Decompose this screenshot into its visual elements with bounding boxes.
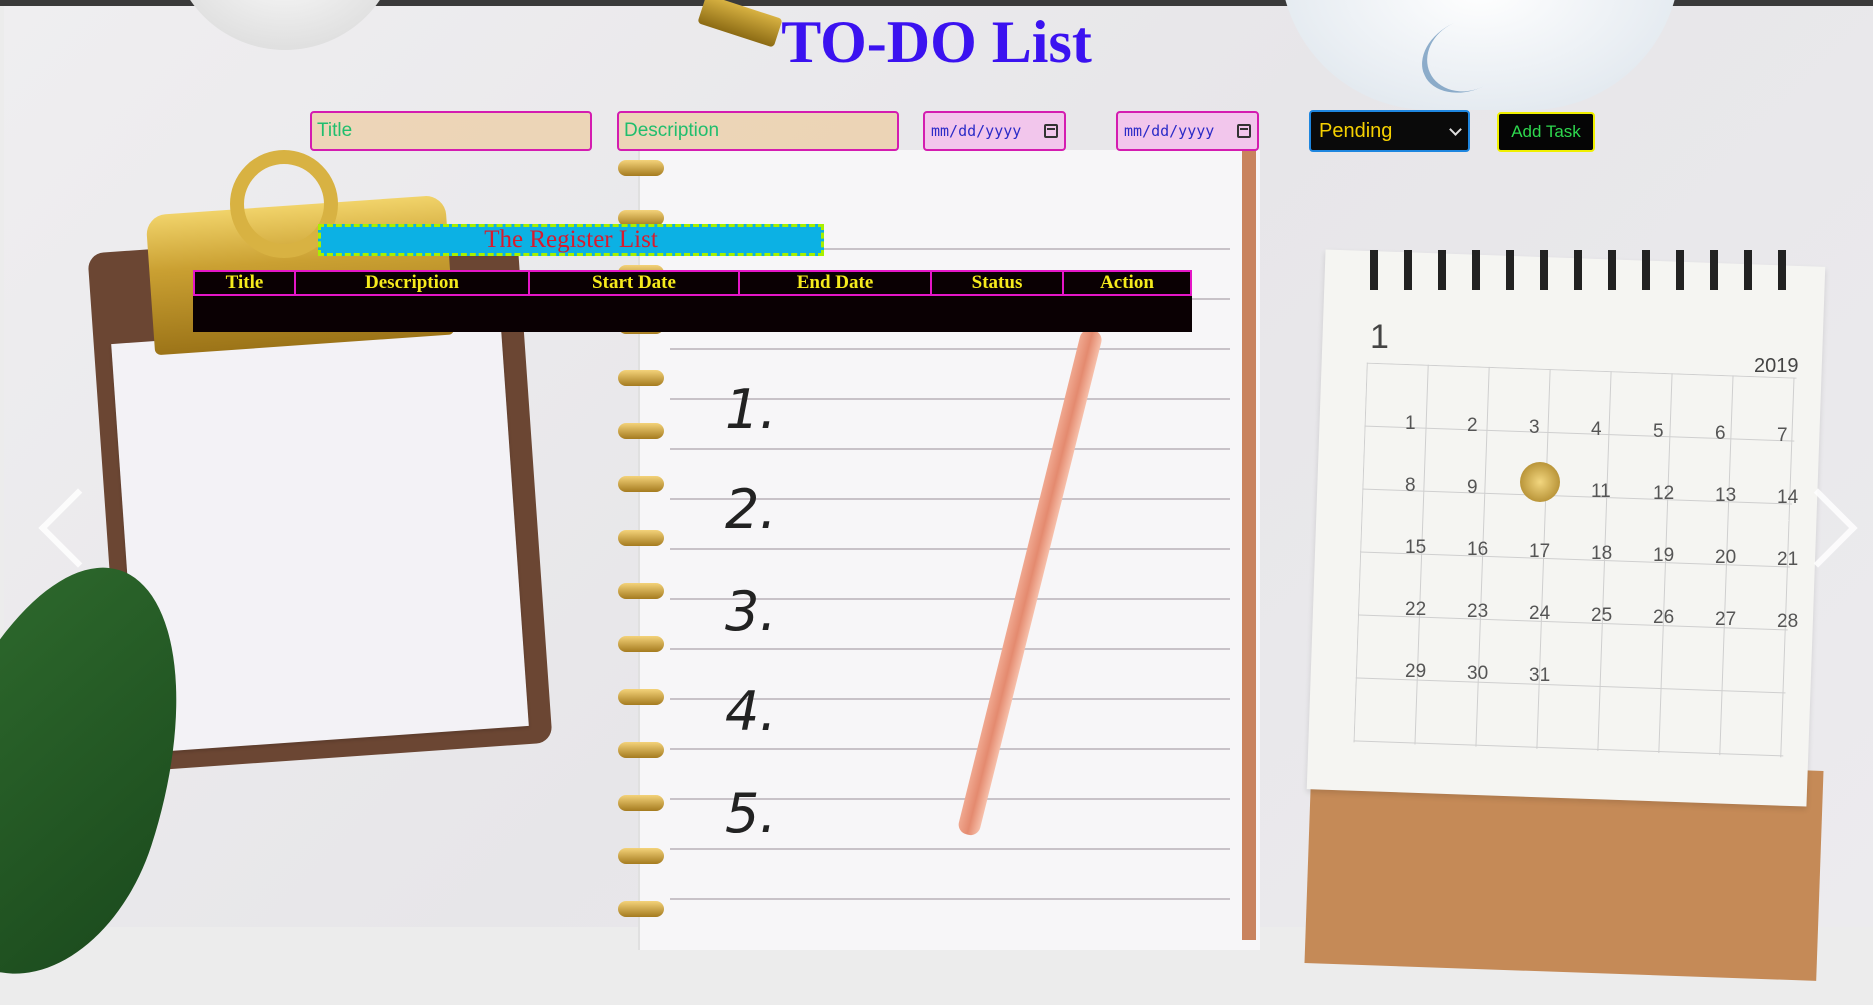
calendar-day-number: 16 — [1467, 539, 1489, 560]
calendar-day-number: 4 — [1591, 419, 1602, 440]
calendar-icon[interactable] — [1044, 124, 1058, 138]
add-task-button[interactable]: Add Task — [1497, 112, 1595, 152]
calendar-day-number: 29 — [1405, 661, 1427, 682]
notebook-ring-decoration — [618, 530, 664, 546]
calendar-day-number: 30 — [1467, 663, 1489, 684]
pushpin-decoration — [1520, 462, 1560, 502]
notebook-cover-edge-decoration — [1242, 150, 1256, 940]
calendar-day-number: 1 — [1405, 413, 1416, 434]
calendar-day-number: 11 — [1591, 481, 1611, 502]
notebook-number: 3. — [725, 580, 777, 643]
column-header-end-date: End Date — [738, 270, 932, 296]
task-table: Title Description Start Date End Date St… — [193, 270, 1192, 332]
calendar-day-number: 2 — [1467, 415, 1478, 436]
register-list-heading: The Register List — [318, 224, 824, 256]
calendar-day-number: 15 — [1405, 537, 1427, 558]
column-header-status: Status — [930, 270, 1064, 296]
notebook-ring-decoration — [618, 742, 664, 758]
calendar-day-number: 25 — [1591, 605, 1613, 626]
notebook-ring-decoration — [618, 636, 664, 652]
calendar-day-number: 26 — [1653, 607, 1675, 628]
notebook-ring-decoration — [618, 423, 664, 439]
calendar-month-number: 1 — [1370, 318, 1389, 356]
calendar-icon[interactable] — [1237, 124, 1251, 138]
task-table-body — [194, 295, 1191, 331]
calendar-day-number: 7 — [1777, 425, 1788, 446]
calendar-day-number: 31 — [1529, 665, 1551, 686]
notebook-ring-decoration — [618, 370, 664, 386]
notebook-ring-decoration — [618, 848, 664, 864]
notebook-number: 1. — [725, 378, 777, 441]
calendar-day-number: 3 — [1529, 417, 1540, 438]
start-date-input[interactable]: mm/dd/yyyy — [923, 111, 1066, 151]
calendar-day-number: 17 — [1529, 541, 1551, 562]
calendar-day-number: 5 — [1653, 421, 1664, 442]
calendar-coils-decoration — [1370, 250, 1810, 290]
status-select[interactable]: Pending — [1309, 110, 1470, 152]
column-header-action: Action — [1062, 270, 1192, 296]
calendar-day-number: 23 — [1467, 601, 1489, 622]
calendar-day-number: 27 — [1715, 609, 1737, 630]
notebook-number: 4. — [725, 680, 777, 743]
notebook-ring-decoration — [618, 160, 664, 176]
end-date-placeholder: mm/dd/yyyy — [1124, 122, 1215, 140]
calendar-day-number: 14 — [1777, 487, 1799, 508]
notebook-ring-decoration — [618, 583, 664, 599]
calendar-year: 2019 — [1754, 355, 1799, 377]
calendar-day-number: 24 — [1529, 603, 1551, 624]
calendar-day-number: 21 — [1777, 549, 1799, 570]
calendar-day-number: 28 — [1777, 611, 1799, 632]
calendar-day-number: 20 — [1715, 547, 1737, 568]
notebook-ring-decoration — [618, 795, 664, 811]
calendar-day-number: 9 — [1467, 477, 1478, 498]
calendar-day-number: 22 — [1405, 599, 1427, 620]
chevron-down-icon — [1449, 122, 1462, 136]
notebook-number: 2. — [725, 478, 777, 541]
table-header-row: Title Description Start Date End Date St… — [193, 270, 1192, 296]
status-select-value: Pending — [1319, 119, 1393, 142]
calendar-day-number: 18 — [1591, 543, 1613, 564]
calendar-day-number: 13 — [1715, 485, 1737, 506]
column-header-title: Title — [193, 270, 296, 296]
column-header-description: Description — [294, 270, 530, 296]
notebook-ring-decoration — [618, 476, 664, 492]
notebook-ring-decoration — [618, 689, 664, 705]
page-title: TO-DO List — [781, 9, 1092, 75]
calendar-day-number: 12 — [1653, 483, 1675, 504]
title-input[interactable] — [310, 111, 592, 151]
end-date-input[interactable]: mm/dd/yyyy — [1116, 111, 1259, 151]
description-input[interactable] — [617, 111, 899, 151]
calendar-day-number: 8 — [1405, 475, 1416, 496]
notebook-number: 5. — [725, 782, 777, 845]
calendar-day-number: 19 — [1653, 545, 1675, 566]
notebook-ring-decoration — [618, 901, 664, 917]
calendar-day-number: 6 — [1715, 423, 1726, 444]
column-header-start-date: Start Date — [528, 270, 740, 296]
start-date-placeholder: mm/dd/yyyy — [931, 122, 1022, 140]
